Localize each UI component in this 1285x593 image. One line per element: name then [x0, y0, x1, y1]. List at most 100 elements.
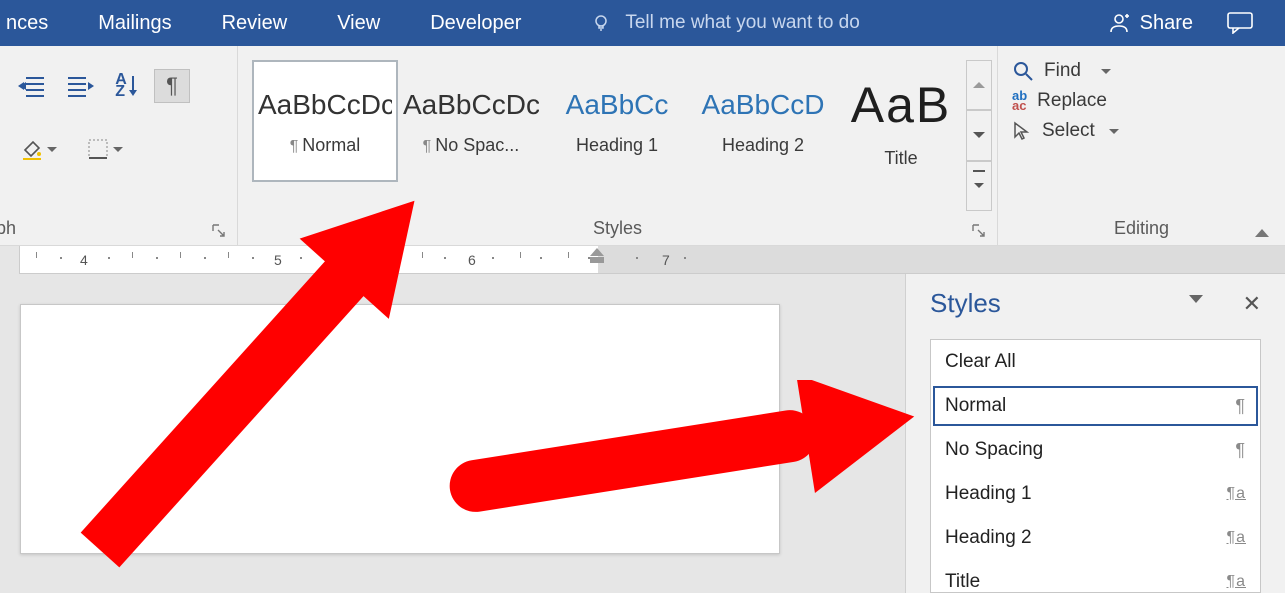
- styles-group-label: Styles: [593, 218, 642, 239]
- style-sample: AaBbCcDc: [403, 89, 539, 121]
- increase-indent-icon: [66, 74, 94, 98]
- tab-references[interactable]: nces: [6, 12, 48, 35]
- collapse-ribbon-button[interactable]: [1255, 229, 1269, 237]
- right-indent-marker[interactable]: [590, 248, 604, 263]
- borders-icon: [87, 138, 109, 160]
- pilcrow-icon: ¶: [423, 138, 436, 155]
- ruler-mark: 4: [80, 252, 88, 268]
- person-share-icon: [1108, 12, 1130, 34]
- select-label: Select: [1042, 120, 1095, 142]
- style-no-spacing[interactable]: AaBbCcDc ¶No Spac...: [398, 60, 544, 182]
- sort-button[interactable]: AZ: [110, 69, 142, 103]
- paint-bucket-icon: [21, 138, 43, 160]
- style-item-title[interactable]: Title ¶a: [931, 560, 1260, 593]
- style-item-normal[interactable]: Normal ¶: [931, 384, 1260, 428]
- gallery-row-down[interactable]: [967, 110, 992, 160]
- styles-group: AaBbCcDc ¶Normal AaBbCcDc ¶No Spac... Aa…: [238, 46, 998, 245]
- paragraph-group: AZ ¶: [0, 46, 238, 245]
- vertical-ruler[interactable]: [0, 274, 20, 593]
- dropdown-caret-icon: [43, 147, 57, 152]
- comments-icon[interactable]: [1227, 12, 1253, 34]
- find-label: Find: [1044, 60, 1081, 82]
- share-button[interactable]: Share: [1108, 12, 1193, 35]
- style-item-symbol: ¶: [1235, 440, 1246, 461]
- tell-me-search[interactable]: Tell me what you want to do: [521, 12, 1107, 34]
- style-heading-1[interactable]: AaBbCc Heading 1: [544, 60, 690, 182]
- show-marks-toggle[interactable]: ¶: [154, 69, 190, 103]
- gallery-expand[interactable]: [967, 161, 992, 211]
- tab-mailings[interactable]: Mailings: [98, 12, 171, 35]
- borders-button[interactable]: [76, 132, 134, 166]
- close-pane-button[interactable]: ✕: [1243, 295, 1261, 313]
- style-item-clear-all[interactable]: Clear All: [931, 340, 1260, 384]
- share-label: Share: [1140, 12, 1193, 35]
- decrease-indent-button[interactable]: [14, 69, 50, 103]
- ruler-mark: 5: [274, 252, 282, 268]
- style-sample: AaB: [841, 76, 961, 134]
- paragraph-group-label: aph: [0, 218, 16, 239]
- ruler-mark: 6: [468, 252, 476, 268]
- style-sample: AaBbCcD: [695, 89, 831, 121]
- editing-group-label: Editing: [1114, 218, 1169, 239]
- pilcrow-icon: ¶: [290, 138, 303, 155]
- title-bar: nces Mailings Review View Developer Tell…: [0, 0, 1285, 46]
- style-label: Heading 2: [722, 135, 804, 155]
- sort-icon: AZ: [115, 74, 137, 98]
- document-page[interactable]: [20, 304, 780, 554]
- style-normal[interactable]: AaBbCcDc ¶Normal: [252, 60, 398, 182]
- style-label: Heading 1: [576, 135, 658, 155]
- find-icon: [1012, 60, 1034, 82]
- style-item-label: Normal: [945, 395, 1006, 417]
- lightbulb-icon: [591, 13, 611, 33]
- dropdown-caret-icon: [1105, 129, 1119, 134]
- style-item-symbol: ¶a: [1227, 573, 1247, 591]
- style-gallery: AaBbCcDc ¶Normal AaBbCcDc ¶No Spac... Aa…: [252, 56, 992, 211]
- select-button[interactable]: Select: [1012, 120, 1271, 142]
- style-item-symbol: ¶a: [1227, 485, 1247, 503]
- pilcrow-icon: ¶: [166, 73, 178, 99]
- replace-button[interactable]: abac Replace: [1012, 90, 1271, 112]
- style-sample: AaBbCc: [549, 89, 685, 121]
- tab-view[interactable]: View: [337, 12, 380, 35]
- style-item-label: No Spacing: [945, 439, 1043, 461]
- ribbon: AZ ¶: [0, 46, 1285, 246]
- tell-me-placeholder: Tell me what you want to do: [625, 12, 859, 34]
- gallery-row-up[interactable]: [967, 60, 992, 110]
- style-item-no-spacing[interactable]: No Spacing ¶: [931, 428, 1260, 472]
- styles-pane: Styles ✕ Clear All Normal ¶ No Spacing ¶…: [905, 274, 1285, 593]
- style-item-symbol: ¶: [1235, 396, 1246, 417]
- ruler-mark: 7: [662, 252, 670, 268]
- paragraph-dialog-launcher[interactable]: [211, 223, 227, 239]
- decrease-indent-icon: [18, 74, 46, 98]
- pane-options-caret[interactable]: [1189, 295, 1203, 313]
- tab-developer[interactable]: Developer: [430, 12, 521, 35]
- style-sample: AaBbCcDc: [258, 89, 392, 121]
- gallery-nav: [966, 60, 992, 211]
- style-item-heading-2[interactable]: Heading 2 ¶a: [931, 516, 1260, 560]
- shading-button[interactable]: [14, 132, 64, 166]
- styles-pane-list: Clear All Normal ¶ No Spacing ¶ Heading …: [930, 339, 1261, 593]
- horizontal-ruler[interactable]: 4 5 6 7: [0, 246, 1285, 274]
- dropdown-caret-icon: [109, 147, 123, 152]
- ruler-corner: [0, 246, 20, 274]
- ruler-strip: 4 5 6 7: [20, 246, 1285, 274]
- replace-icon: abac: [1012, 91, 1027, 111]
- style-label: No Spac...: [435, 135, 519, 155]
- style-item-label: Title: [945, 571, 980, 593]
- style-heading-2[interactable]: AaBbCcD Heading 2: [690, 60, 836, 182]
- style-item-heading-1[interactable]: Heading 1 ¶a: [931, 472, 1260, 516]
- style-label: Title: [884, 148, 917, 168]
- style-title[interactable]: AaB Title: [836, 60, 966, 182]
- style-label: Normal: [302, 135, 360, 155]
- editing-group: Find abac Replace Select Editing: [998, 46, 1285, 245]
- style-item-label: Heading 1: [945, 483, 1032, 505]
- ribbon-tabs: nces Mailings Review View Developer: [0, 12, 521, 35]
- find-button[interactable]: Find: [1012, 60, 1271, 82]
- styles-dialog-launcher[interactable]: [971, 223, 987, 239]
- dropdown-caret-icon: [1097, 69, 1111, 74]
- tab-review[interactable]: Review: [222, 12, 288, 35]
- titlebar-right: Share: [1108, 12, 1273, 35]
- increase-indent-button[interactable]: [62, 69, 98, 103]
- style-item-label: Clear All: [945, 351, 1016, 373]
- style-item-label: Heading 2: [945, 527, 1032, 549]
